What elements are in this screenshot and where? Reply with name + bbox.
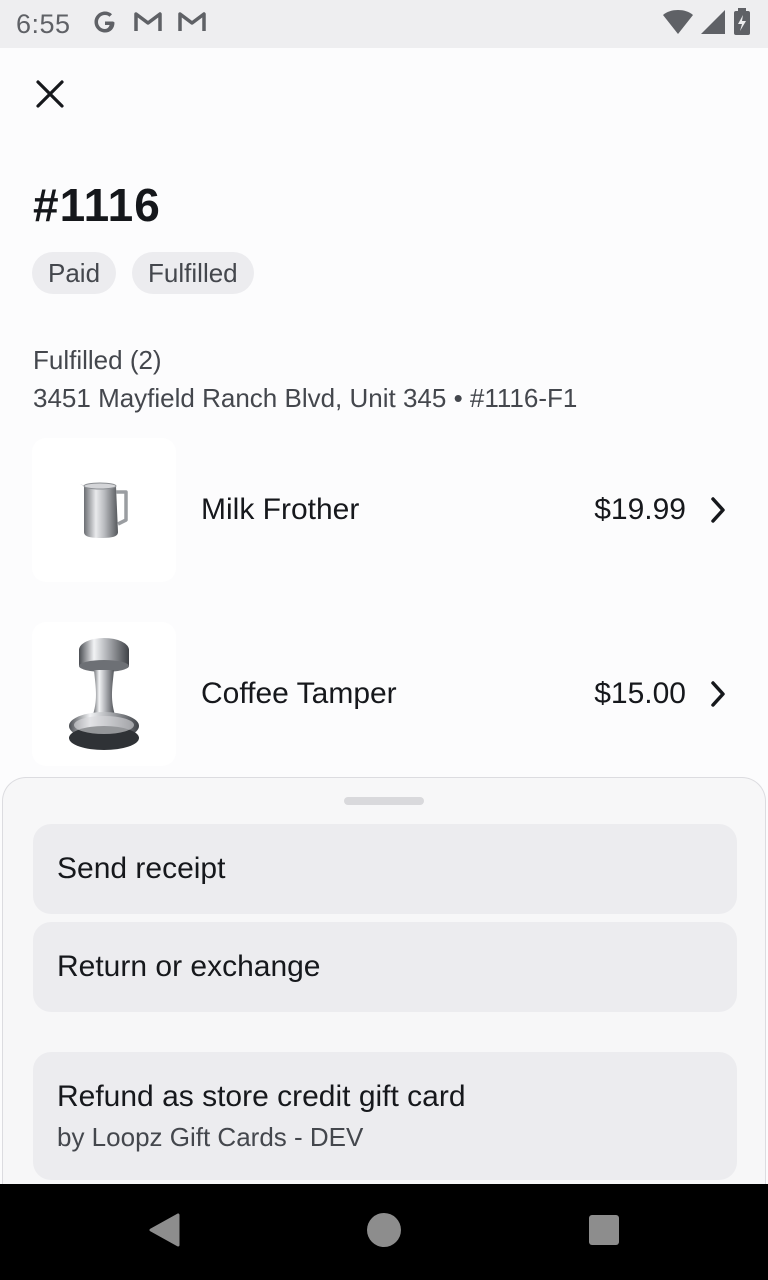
- home-button[interactable]: [364, 1212, 404, 1252]
- fulfillment-address: 3451 Mayfield Ranch Blvd, Unit 345 • #11…: [33, 383, 578, 413]
- status-bar: 6:55: [0, 0, 768, 48]
- send-receipt-button[interactable]: Send receipt: [33, 824, 737, 914]
- fulfillment-status-badge: Fulfilled: [132, 252, 254, 294]
- sheet-drag-handle[interactable]: [344, 797, 424, 805]
- item-name: Milk Frother: [201, 493, 360, 526]
- coffee-tamper-image: [32, 622, 176, 766]
- google-icon: [91, 8, 119, 41]
- send-receipt-label: Send receipt: [57, 852, 226, 885]
- back-triangle-icon: [148, 1213, 180, 1252]
- refund-gift-card-provider: by Loopz Gift Cards - DEV: [57, 1121, 364, 1152]
- order-title: #1116: [33, 179, 161, 231]
- status-system-icons: [662, 7, 752, 41]
- recents-button[interactable]: [584, 1212, 624, 1252]
- signal-icon: [700, 9, 726, 40]
- return-exchange-label: Return or exchange: [57, 950, 321, 983]
- chevron-right-icon: [706, 679, 730, 709]
- refund-gift-card-button[interactable]: Refund as store credit gift card by Loop…: [33, 1052, 737, 1180]
- status-badges: Paid Fulfilled: [32, 252, 254, 294]
- close-icon: [35, 79, 65, 114]
- status-time: 6:55: [16, 8, 71, 39]
- back-button[interactable]: [144, 1212, 184, 1252]
- milk-pitcher-image: [32, 438, 176, 582]
- gmail-icon: [133, 10, 163, 39]
- payment-status-badge: Paid: [32, 252, 117, 294]
- home-circle-icon: [366, 1212, 402, 1253]
- close-button[interactable]: [30, 76, 70, 116]
- item-price: $15.00: [594, 677, 686, 710]
- recents-square-icon: [588, 1214, 620, 1251]
- chevron-right-icon: [706, 495, 730, 525]
- actions-bottom-sheet: Send receipt Return or exchange Refund a…: [2, 777, 766, 1197]
- gmail-icon: [177, 10, 207, 39]
- line-item[interactable]: Milk Frother $19.99: [32, 438, 736, 582]
- battery-charging-icon: [732, 7, 752, 41]
- return-exchange-button[interactable]: Return or exchange: [33, 922, 737, 1012]
- refund-gift-card-label: Refund as store credit gift card: [57, 1079, 466, 1113]
- wifi-icon: [662, 9, 694, 40]
- line-item[interactable]: Coffee Tamper $15.00: [32, 622, 736, 766]
- item-name: Coffee Tamper: [201, 677, 397, 710]
- item-price: $19.99: [594, 493, 686, 526]
- fulfillment-title: Fulfilled (2): [33, 345, 162, 375]
- system-navigation-bar: [0, 1184, 768, 1280]
- status-app-icons: [91, 8, 207, 41]
